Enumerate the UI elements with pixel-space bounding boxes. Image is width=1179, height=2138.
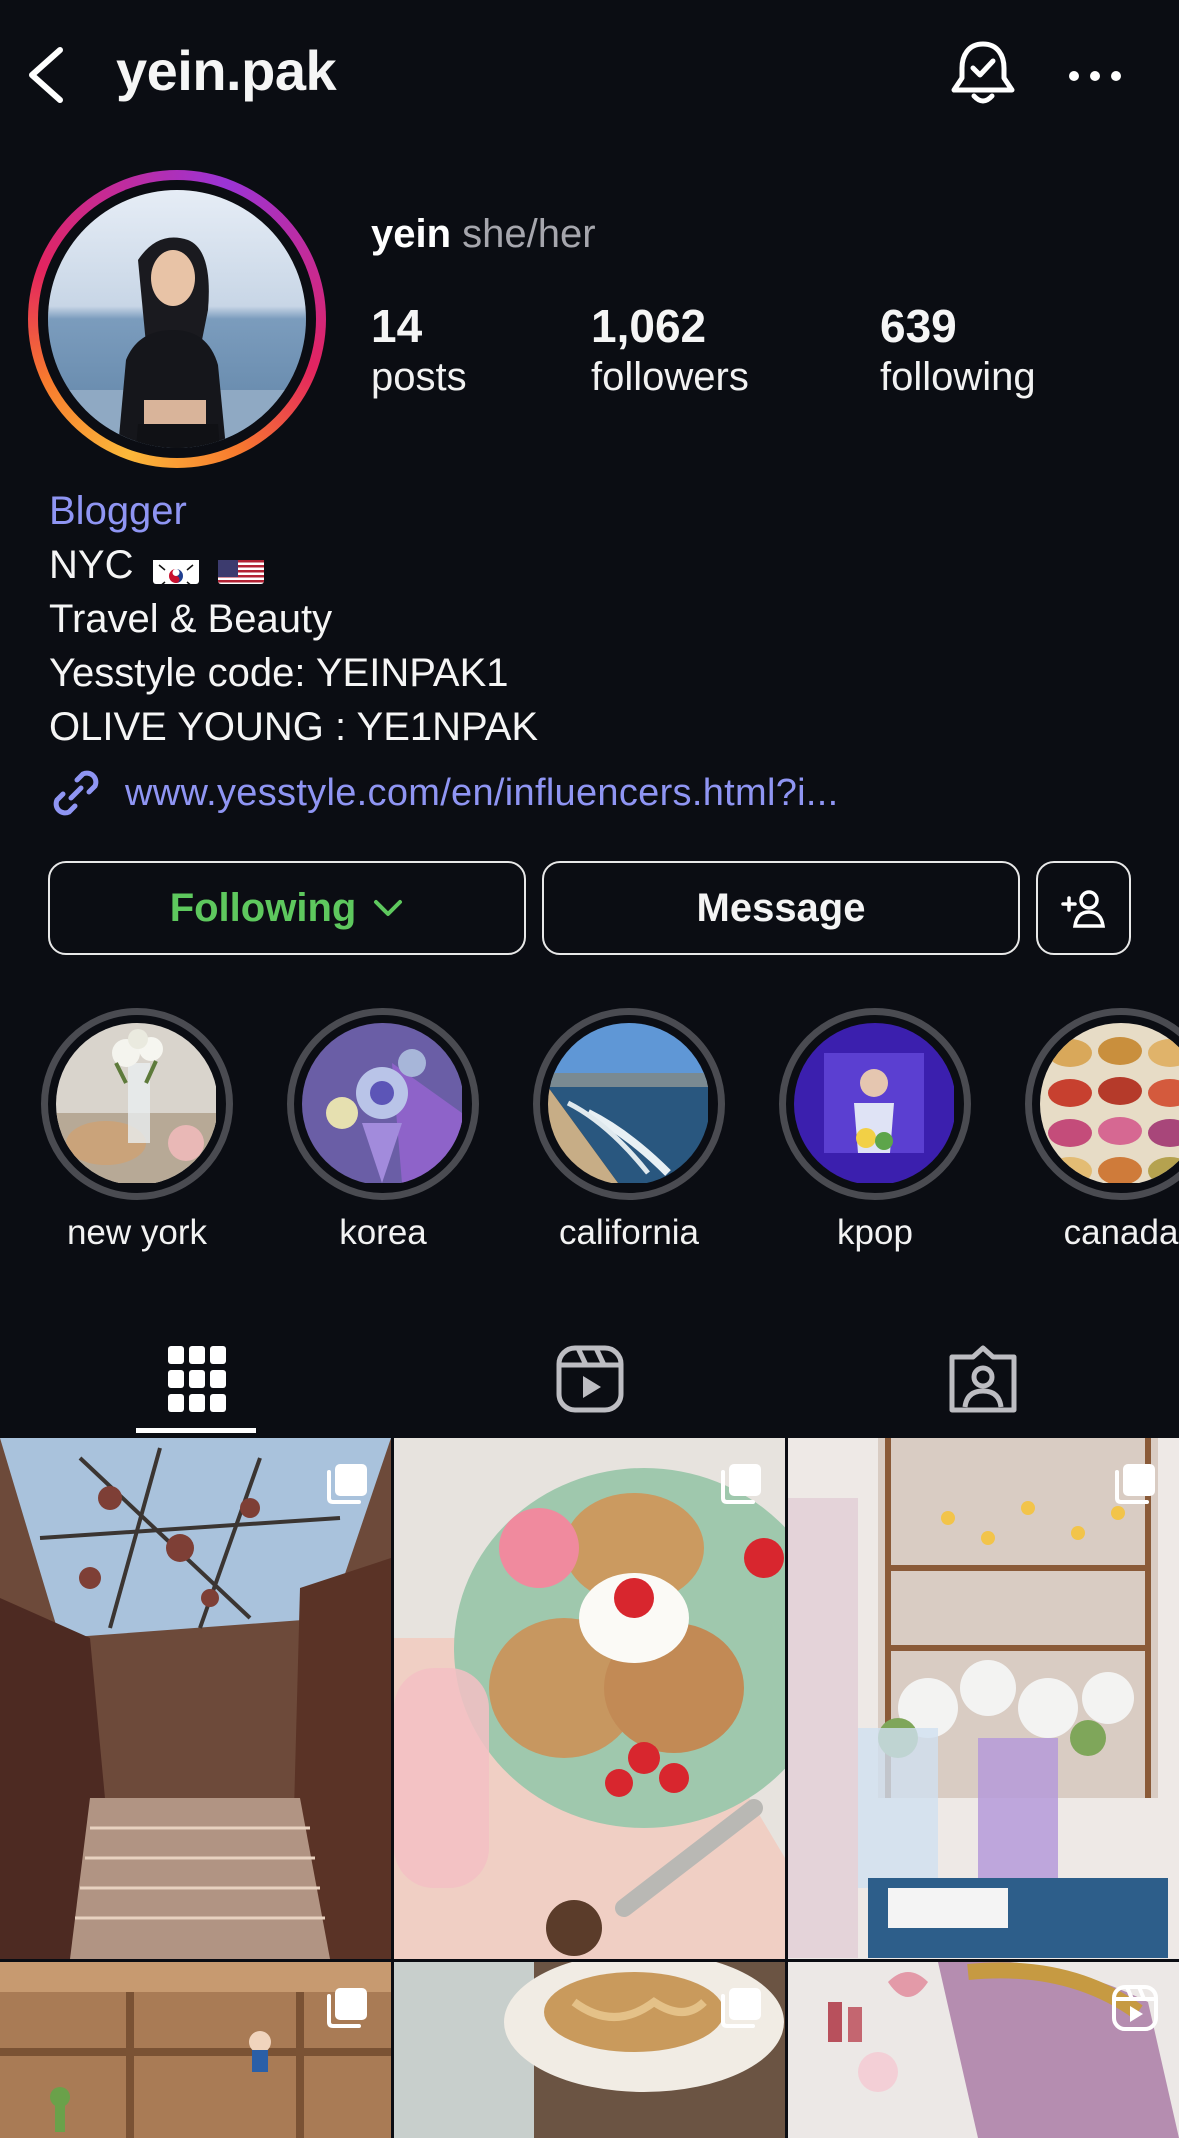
grid-post[interactable] bbox=[0, 1962, 391, 2138]
stat-value: 639 bbox=[880, 300, 957, 352]
avatar bbox=[48, 190, 306, 448]
display-name-row: yein she/her bbox=[371, 212, 596, 257]
active-tab-indicator bbox=[136, 1428, 256, 1433]
stat-posts[interactable]: 14 posts bbox=[371, 300, 467, 402]
stat-followers[interactable]: 1,062 followers bbox=[591, 300, 749, 402]
profile-header: yein.pak bbox=[0, 0, 1179, 150]
carousel-icon bbox=[721, 1464, 761, 1504]
stat-value: 14 bbox=[371, 300, 423, 352]
carousel-icon bbox=[327, 1988, 367, 2028]
highlight-cover bbox=[1040, 1023, 1179, 1185]
highlight-cover bbox=[794, 1023, 956, 1185]
profile-category: Blogger bbox=[49, 489, 187, 533]
following-button[interactable]: Following bbox=[48, 861, 526, 955]
display-name: yein bbox=[371, 212, 452, 256]
more-icon bbox=[1069, 71, 1121, 81]
grid-post[interactable] bbox=[394, 1962, 785, 2138]
reel-icon bbox=[1112, 1985, 1158, 2031]
highlight-canada[interactable]: canada bbox=[1025, 1008, 1179, 1252]
bio-line: Travel & Beauty bbox=[49, 597, 333, 641]
highlight-new-york[interactable]: new york bbox=[41, 1008, 233, 1252]
tagged-icon bbox=[949, 1345, 1016, 1413]
highlight-label: california bbox=[558, 1213, 700, 1252]
highlight-korea[interactable]: korea bbox=[287, 1008, 479, 1252]
pronouns: she/her bbox=[462, 212, 596, 256]
highlight-label: canada bbox=[1063, 1213, 1179, 1252]
stat-label: following bbox=[880, 355, 1036, 399]
highlight-label: kpop bbox=[837, 1213, 913, 1252]
bio-line: Yesstyle code: YEINPAK1 bbox=[49, 651, 509, 695]
tab-posts[interactable] bbox=[0, 1320, 393, 1438]
avatar-story-ring[interactable] bbox=[28, 170, 326, 468]
bio: Blogger NYC Travel & Beauty Yesstyle cod… bbox=[49, 484, 538, 754]
notifications-button[interactable] bbox=[946, 36, 1020, 110]
profile-link[interactable]: www.yesstyle.com/en/influencers.html?i..… bbox=[49, 766, 838, 820]
reels-icon bbox=[556, 1345, 623, 1413]
add-person-icon bbox=[1060, 890, 1105, 928]
grid-post[interactable] bbox=[788, 1438, 1179, 1959]
highlight-cover bbox=[302, 1023, 464, 1185]
stat-value: 1,062 bbox=[591, 300, 707, 352]
carousel-icon bbox=[1115, 1464, 1155, 1504]
chevron-down-icon bbox=[374, 900, 403, 916]
stat-label: followers bbox=[591, 355, 749, 399]
stat-following[interactable]: 639 following bbox=[880, 300, 1036, 402]
following-label: Following bbox=[169, 885, 357, 930]
carousel-icon bbox=[721, 1988, 761, 2028]
page-title: yein.pak bbox=[116, 39, 337, 102]
highlight-california[interactable]: california bbox=[533, 1008, 725, 1252]
more-options-button[interactable] bbox=[1060, 50, 1130, 102]
stat-label: posts bbox=[371, 355, 467, 399]
grid-post[interactable] bbox=[394, 1438, 785, 1959]
bio-line: OLIVE YOUNG : YE1NPAK bbox=[49, 705, 539, 749]
back-icon bbox=[29, 47, 63, 103]
bio-text: NYC bbox=[49, 543, 134, 587]
highlight-label: new york bbox=[66, 1213, 208, 1252]
grid-post[interactable] bbox=[788, 1962, 1179, 2138]
tab-tagged[interactable] bbox=[786, 1320, 1179, 1438]
usa-flag-icon bbox=[217, 552, 264, 584]
profile-tabs bbox=[0, 1320, 1179, 1438]
back-button[interactable] bbox=[22, 42, 82, 108]
highlight-label: korea bbox=[339, 1213, 427, 1252]
link-icon bbox=[53, 770, 99, 816]
bio-line: NYC bbox=[49, 538, 538, 592]
highlight-cover bbox=[548, 1023, 710, 1185]
message-button[interactable]: Message bbox=[542, 861, 1020, 955]
message-label: Message bbox=[696, 885, 866, 930]
grid-post[interactable] bbox=[0, 1438, 391, 1959]
carousel-icon bbox=[327, 1464, 367, 1504]
suggested-people-button[interactable] bbox=[1036, 861, 1131, 955]
grid-icon bbox=[167, 1346, 226, 1412]
link-url: www.yesstyle.com/en/influencers.html?i..… bbox=[125, 771, 839, 814]
tab-reels[interactable] bbox=[393, 1320, 786, 1438]
bell-check-icon bbox=[951, 41, 1015, 104]
highlight-kpop[interactable]: kpop bbox=[779, 1008, 971, 1252]
highlight-cover bbox=[56, 1023, 218, 1185]
korea-flag-icon bbox=[152, 552, 199, 584]
